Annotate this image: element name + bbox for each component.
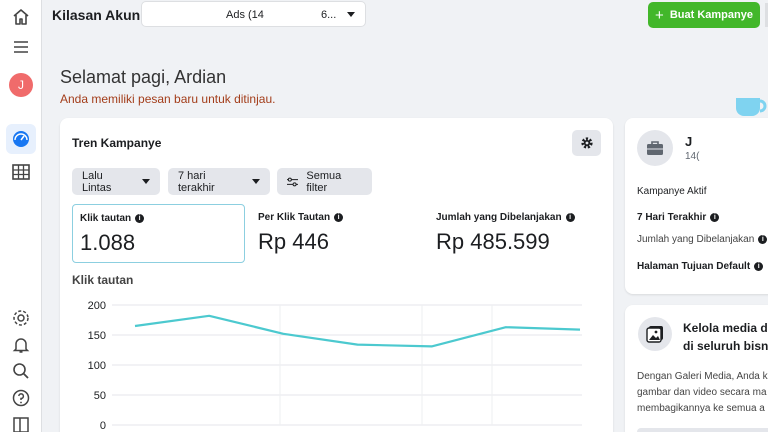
settings-icon[interactable] [8,305,34,331]
sliders-icon [287,177,299,186]
info-icon[interactable]: i [710,213,720,222]
last-7-days-label: 7 Hari Terakhir i [637,212,720,223]
media-card-title: Kelola media d di seluruh bisn [683,319,768,355]
y-tick-label: 200 [88,300,106,312]
all-filters-button[interactable]: Semua filter [277,168,372,195]
media-title-line: Kelola media d [683,321,768,335]
metric-label: Klik tautan i [80,213,145,224]
objective-filter-label: Lalu Lintas [82,169,112,194]
y-tick-label: 0 [100,420,106,432]
metric-cost-per-click[interactable]: Per Klik Tautan i Rp 446 [251,204,421,263]
create-campaign-label: Buat Kampanye [669,9,753,21]
y-tick-label: 150 [88,330,106,342]
objective-filter-dropdown[interactable]: Lalu Lintas [72,168,160,195]
info-icon[interactable]: i [135,214,145,223]
line-text: 7 Hari Terakhir [637,212,707,223]
search-icon[interactable] [8,358,34,384]
metric-value: 1.088 [80,230,136,255]
help-icon[interactable] [8,385,34,411]
info-icon[interactable]: i [754,262,764,271]
info-icon[interactable]: i [565,213,575,222]
media-desc-line: membagikannya ke semua a [637,403,765,414]
metric-label: Jumlah yang Dibelanjakan i [436,212,575,223]
info-icon[interactable]: i [334,213,344,222]
left-nav-rail: J [0,0,42,432]
avatar-initial: J [18,78,24,92]
card-title: Tren Kampanye [72,136,162,150]
media-card-button[interactable] [637,428,768,432]
date-range-dropdown[interactable]: 7 hari terakhir [168,168,270,195]
media-title-line: di seluruh bisn [683,339,768,353]
media-desc-line: gambar dan video secara ma [637,387,767,398]
metric-label-text: Jumlah yang Dibelanjakan [436,212,562,223]
metric-value: Rp 446 [258,229,329,254]
panel-toggle-icon[interactable] [8,412,34,432]
y-tick-label: 50 [94,390,106,402]
active-campaigns-label: Kampanye Aktif [637,186,706,197]
info-icon[interactable]: i [758,235,768,244]
home-icon[interactable] [8,4,34,30]
gear-icon [580,137,593,149]
chevron-down-icon [142,179,150,184]
line-text: Kampanye Aktif [637,186,707,197]
menu-icon[interactable] [8,34,34,60]
briefcase-icon [637,130,673,166]
account-summary-card: J 14( Kampanye Aktif 7 Hari Terakhir i Ju… [625,118,768,294]
account-id: 14( [685,151,700,162]
account-select-name: Ads (14 [226,9,264,21]
metric-link-clicks[interactable]: Klik tautan i 1.088 [72,204,245,263]
greeting-subtitle: Anda memiliki pesan baru untuk ditinjau. [60,92,276,106]
metric-label: Per Klik Tautan i [258,212,344,223]
metric-value: Rp 485.599 [436,229,550,254]
chevron-down-icon [347,12,355,17]
metric-label-text: Klik tautan [80,213,132,224]
account-name: J [685,134,693,149]
avatar[interactable]: J [9,73,33,97]
amount-spent-label: Jumlah yang Dibelanjakan i [637,234,768,245]
media-card-description: Dengan Galeri Media, Anda k gambar dan v… [637,369,768,417]
card-settings-button[interactable] [572,130,601,156]
series-line[interactable] [134,314,581,348]
link-clicks-line-chart: 200 150 100 50 0 [88,300,582,432]
account-select-id: 6... [321,9,337,21]
all-filters-label: Semua filter [306,169,342,194]
y-tick-label: 100 [88,360,106,372]
dashboard-icon[interactable] [8,126,34,152]
line-text: Jumlah yang Dibelanjakan [637,234,755,245]
default-landing-page-label: Halaman Tujuan Default i [637,261,764,272]
ad-account-select[interactable]: Ads (14 6... [141,1,366,27]
image-gallery-icon [638,317,672,351]
chart-label: Klik tautan [72,273,134,287]
media-library-card: Kelola media d di seluruh bisn Dengan Ga… [625,305,768,432]
chevron-down-icon [252,179,260,184]
bell-icon[interactable] [8,332,34,358]
metric-amount-spent[interactable]: Jumlah yang Dibelanjakan i Rp 485.599 [429,204,604,263]
date-range-label: 7 hari terakhir [178,169,215,194]
page-title: Kilasan Akun [52,7,141,23]
table-icon[interactable] [8,159,34,185]
campaign-trend-card: Tren Kampanye Lalu Lintas 7 hari terakhi… [60,118,613,432]
metric-label-text: Per Klik Tautan [258,212,331,223]
line-text: Halaman Tujuan Default [637,261,751,272]
media-desc-line: Dengan Galeri Media, Anda k [637,371,768,382]
create-campaign-button[interactable]: + Buat Kampanye [648,2,760,28]
greeting-title: Selamat pagi, Ardian [60,67,227,87]
plus-icon: + [655,6,664,24]
